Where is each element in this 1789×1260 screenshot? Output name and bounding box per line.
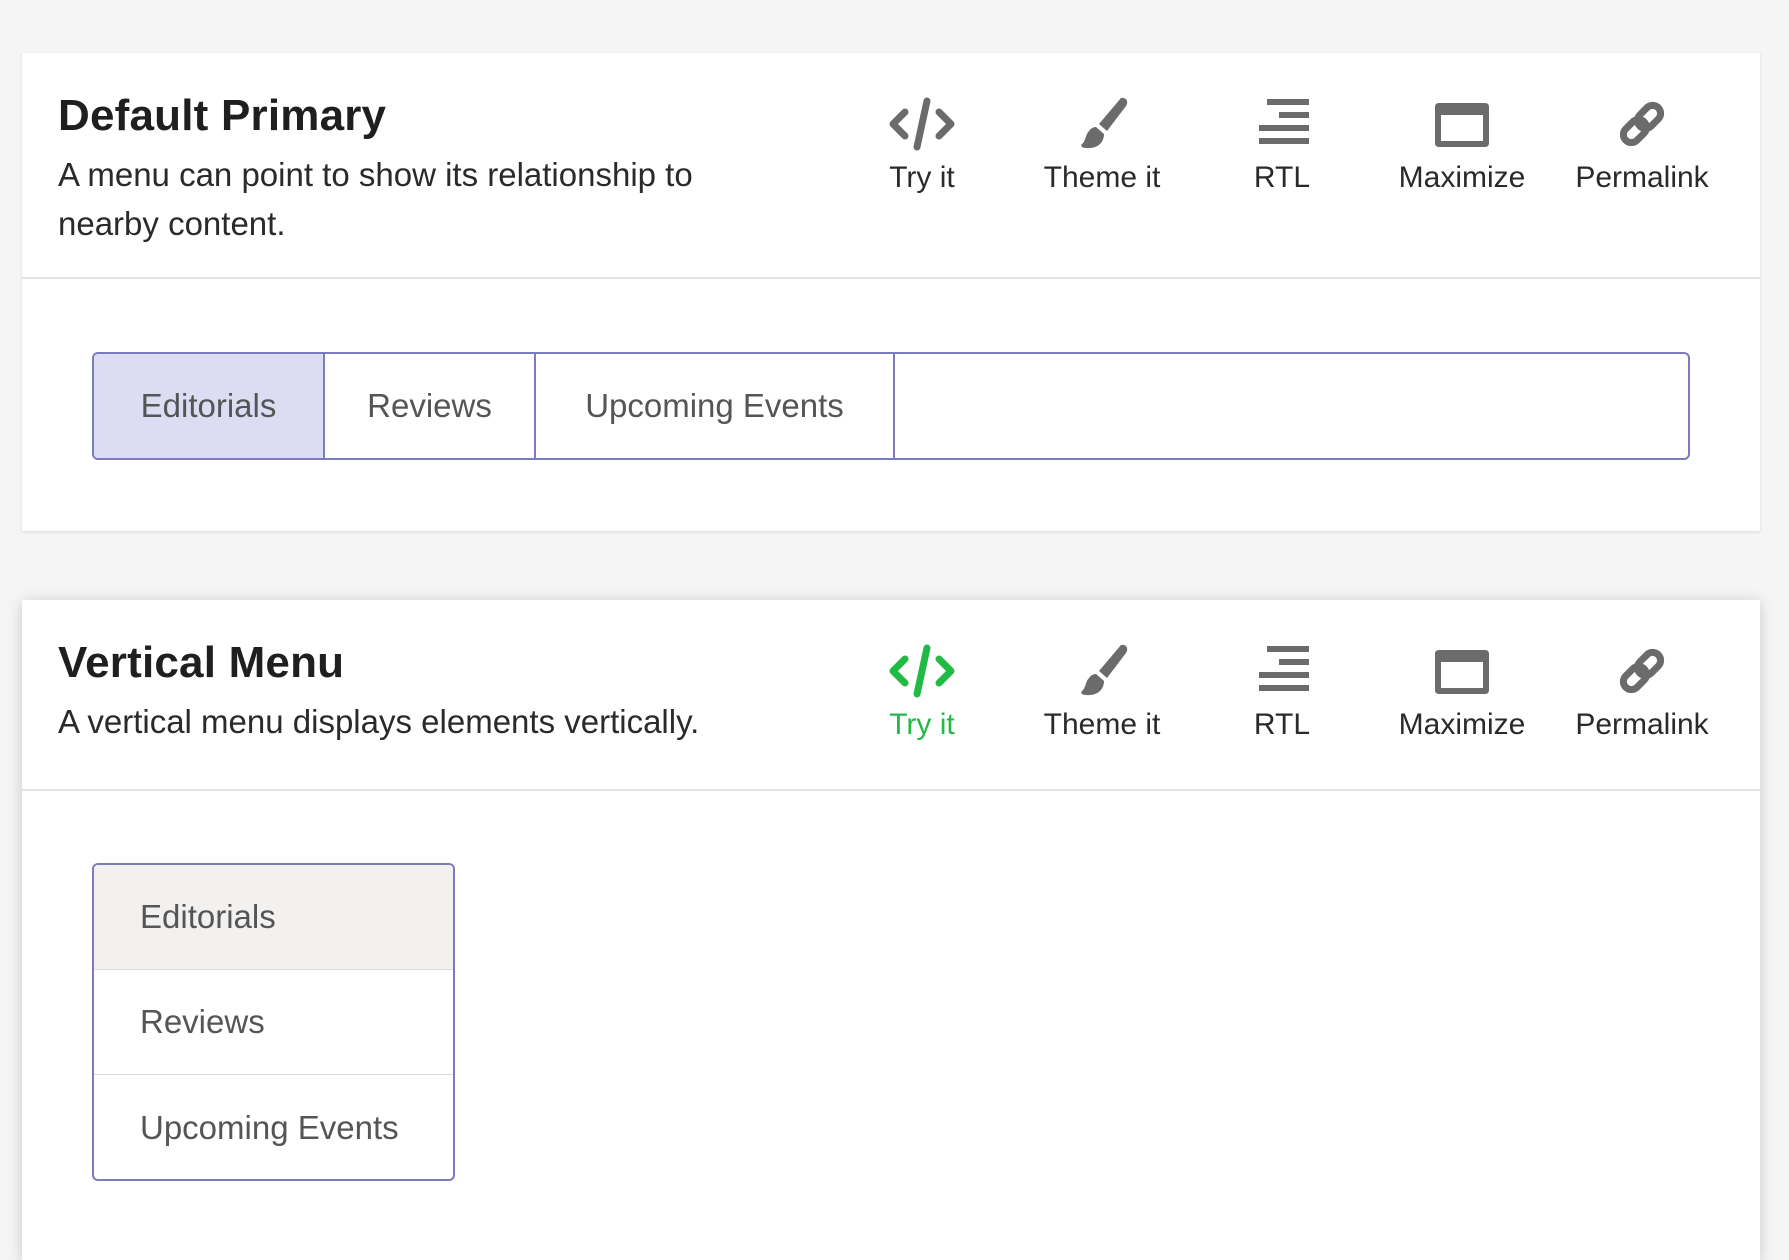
menu-item-editorials[interactable]: Editorials <box>94 865 453 970</box>
example-card-vertical-menu: Vertical Menu A vertical menu displays e… <box>22 600 1760 1260</box>
rtl-label: RTL <box>1253 708 1311 741</box>
card-header: Vertical Menu A vertical menu displays e… <box>22 600 1760 791</box>
rtl-button[interactable]: RTL <box>1192 642 1372 742</box>
code-icon <box>889 97 955 151</box>
rtl-label: RTL <box>1253 161 1311 194</box>
maximize-button[interactable]: Maximize <box>1372 95 1552 195</box>
align-right-icon <box>1259 646 1309 691</box>
link-icon <box>1619 648 1665 694</box>
rtl-button[interactable]: RTL <box>1192 95 1372 195</box>
menu-item-reviews[interactable]: Reviews <box>325 354 536 458</box>
window-maximize-icon <box>1435 103 1489 147</box>
menu-item-editorials[interactable]: Editorials <box>94 354 325 458</box>
try-it-button[interactable]: Try it <box>832 642 1012 742</box>
align-right-icon <box>1259 99 1309 144</box>
code-icon <box>889 644 955 698</box>
menu-item-upcoming-events[interactable]: Upcoming Events <box>536 354 895 458</box>
try-it-label: Try it <box>889 161 955 194</box>
example-toolbar: Try it Theme it RTL Maximize Permalink <box>832 642 1732 742</box>
try-it-button[interactable]: Try it <box>832 95 1012 195</box>
card-header: Default Primary A menu can point to show… <box>22 53 1760 279</box>
permalink-label: Permalink <box>1575 708 1709 741</box>
permalink-label: Permalink <box>1575 161 1709 194</box>
example-description: A vertical menu displays elements vertic… <box>58 703 700 740</box>
example-title: Default Primary <box>58 91 387 140</box>
try-it-label: Try it <box>889 708 955 741</box>
example-description: A menu can point to show its relationshi… <box>58 156 693 242</box>
example-toolbar: Try it Theme it RTL Maximize Permalink <box>832 95 1732 195</box>
paintbrush-icon <box>1081 644 1128 696</box>
menu-item-upcoming-events[interactable]: Upcoming Events <box>94 1075 453 1179</box>
menu-item-reviews[interactable]: Reviews <box>94 970 453 1075</box>
maximize-label: Maximize <box>1398 161 1526 194</box>
permalink-button[interactable]: Permalink <box>1552 642 1732 742</box>
horizontal-menu: Editorials Reviews Upcoming Events <box>92 352 1690 460</box>
example-card-default-primary: Default Primary A menu can point to show… <box>22 53 1760 531</box>
permalink-button[interactable]: Permalink <box>1552 95 1732 195</box>
link-icon <box>1619 101 1665 147</box>
maximize-label: Maximize <box>1398 708 1526 741</box>
theme-it-label: Theme it <box>1043 708 1161 741</box>
theme-it-button[interactable]: Theme it <box>1012 642 1192 742</box>
paintbrush-icon <box>1081 97 1128 149</box>
example-title: Vertical Menu <box>58 638 345 687</box>
maximize-button[interactable]: Maximize <box>1372 642 1552 742</box>
theme-it-button[interactable]: Theme it <box>1012 95 1192 195</box>
theme-it-label: Theme it <box>1043 161 1161 194</box>
window-maximize-icon <box>1435 650 1489 694</box>
vertical-menu: Editorials Reviews Upcoming Events <box>92 863 455 1181</box>
